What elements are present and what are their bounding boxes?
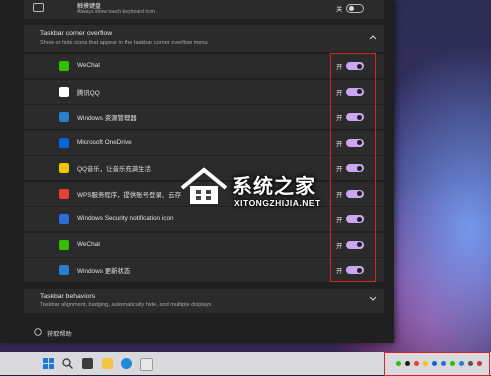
- wechat-icon: [59, 61, 69, 71]
- overflow-item-label: WPS服务程序，提供账号登录、云存: [77, 191, 182, 199]
- tray-update-icon[interactable]: [459, 361, 464, 366]
- overflow-subtitle: Show or hide icons that appear in the ta…: [40, 40, 208, 46]
- watermark-cn: 系统之家: [232, 176, 316, 198]
- touch-keyboard-state: 关: [336, 6, 343, 13]
- windows-icon: [59, 112, 69, 122]
- search-icon[interactable]: [62, 358, 73, 369]
- tray-explorer-icon[interactable]: [468, 361, 473, 366]
- behaviors-title: Taskbar behaviors: [40, 293, 96, 300]
- overflow-item-label: Windows 更新状态: [77, 268, 131, 275]
- task-view-icon[interactable]: [82, 358, 93, 369]
- help-icon: [34, 328, 42, 336]
- overflow-item-label: WeChat: [77, 62, 100, 69]
- touch-keyboard-toggle[interactable]: [346, 4, 364, 13]
- watermark-en: XITONGZHIJIA.NET: [234, 198, 321, 208]
- overflow-item-label: WeChat: [77, 240, 100, 248]
- update-icon: [59, 265, 69, 275]
- tray-extra-icon[interactable]: [477, 361, 482, 366]
- overflow-item-label: 腾讯QQ: [77, 89, 100, 97]
- get-help-link[interactable]: 获取帮助: [47, 329, 72, 338]
- store-icon[interactable]: [140, 358, 153, 371]
- qq-icon: [59, 86, 69, 97]
- watermark: 系统之家 XITONGZHIJIA.NET: [178, 160, 378, 214]
- music-icon: [59, 163, 69, 173]
- house-logo-icon: [180, 167, 228, 204]
- overflow-title: Taskbar corner overflow: [40, 30, 113, 37]
- tray-wps-icon[interactable]: [414, 361, 419, 366]
- tray-security-icon[interactable]: [441, 361, 446, 366]
- overflow-item-label: Windows 资源管理器: [77, 115, 137, 122]
- edge-icon[interactable]: [121, 358, 132, 369]
- touch-keyboard-subtitle: Always show touch keyboard icon: [77, 9, 155, 15]
- wps-icon: [59, 188, 69, 199]
- chevron-up-icon[interactable]: [369, 34, 377, 40]
- behaviors-subtitle: Taskbar alignment, badging, automaticall…: [40, 302, 212, 308]
- tray-wechat2-icon[interactable]: [450, 361, 455, 366]
- tray-wechat-icon[interactable]: [396, 361, 401, 366]
- overflow-item-label: QQ音乐，让音乐充满生活: [77, 166, 151, 173]
- chevron-down-icon[interactable]: [369, 296, 377, 302]
- keyboard-icon: [33, 3, 44, 12]
- overflow-item-label: Windows Security notification icon: [77, 215, 174, 222]
- shield-icon: [59, 214, 69, 224]
- file-explorer-icon[interactable]: [102, 358, 113, 369]
- tray-qq-icon[interactable]: [405, 361, 410, 366]
- windows-start-icon[interactable]: [43, 358, 54, 369]
- overflow-item-label: Microsoft OneDrive: [77, 138, 132, 146]
- cloud-icon: [59, 137, 69, 148]
- tray-music-icon[interactable]: [423, 361, 428, 366]
- wechat-icon: [59, 239, 69, 250]
- tray-onedrive-icon[interactable]: [432, 361, 437, 366]
